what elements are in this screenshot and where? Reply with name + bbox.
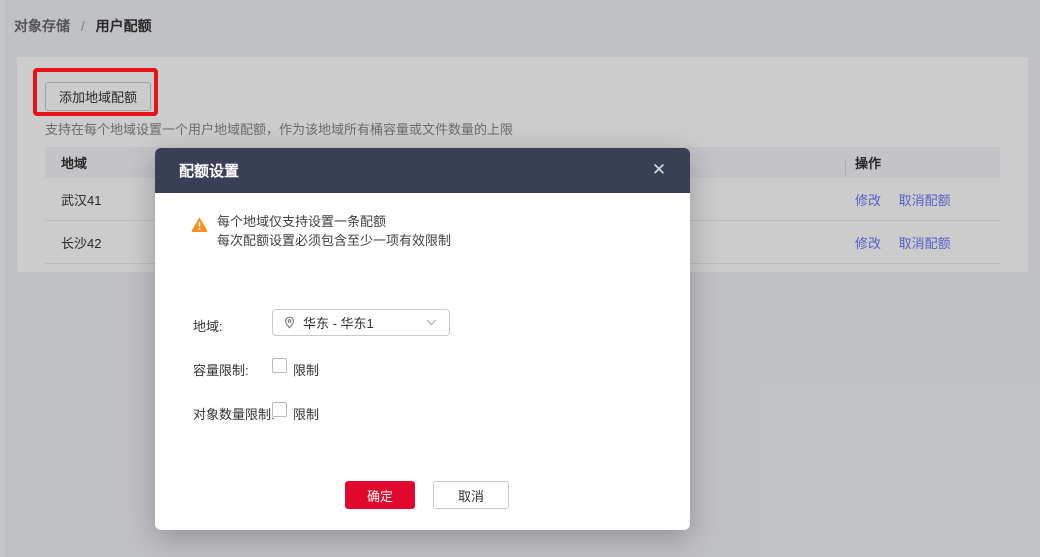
region-field-label: 地域: — [193, 319, 223, 334]
dialog-title: 配额设置 — [179, 163, 240, 180]
warning-text: 每个地域仅支持设置一条配额 每次配额设置必须包含至少一项有效限制 — [217, 212, 451, 250]
region-select-value: 华东 - 华东1 — [303, 316, 374, 331]
location-pin-icon — [285, 316, 294, 329]
object-count-limit-checkbox[interactable] — [272, 402, 287, 417]
warning-icon — [191, 217, 208, 232]
warning-line-1: 每个地域仅支持设置一条配额 — [217, 214, 387, 229]
quota-settings-dialog: 配额设置 ✕ 每个地域仅支持设置一条配额 每次配额设置必须包含至少一项有效限制 … — [155, 148, 690, 530]
close-icon[interactable]: ✕ — [645, 156, 673, 184]
object-count-limit-label: 对象数量限制: — [193, 407, 275, 422]
warning-line-2: 每次配额设置必须包含至少一项有效限制 — [217, 233, 452, 248]
capacity-limit-checkbox[interactable] — [272, 358, 287, 373]
region-select[interactable]: 华东 - 华东1 — [272, 309, 450, 336]
dialog-header: 配额设置 ✕ — [155, 148, 690, 193]
cancel-button[interactable]: 取消 — [433, 481, 509, 509]
object-count-checkbox-label[interactable]: 限制 — [293, 404, 319, 423]
capacity-limit-label: 容量限制: — [193, 363, 249, 378]
confirm-button[interactable]: 确定 — [345, 481, 415, 509]
capacity-checkbox-label[interactable]: 限制 — [293, 360, 319, 379]
chevron-down-icon — [426, 319, 437, 326]
